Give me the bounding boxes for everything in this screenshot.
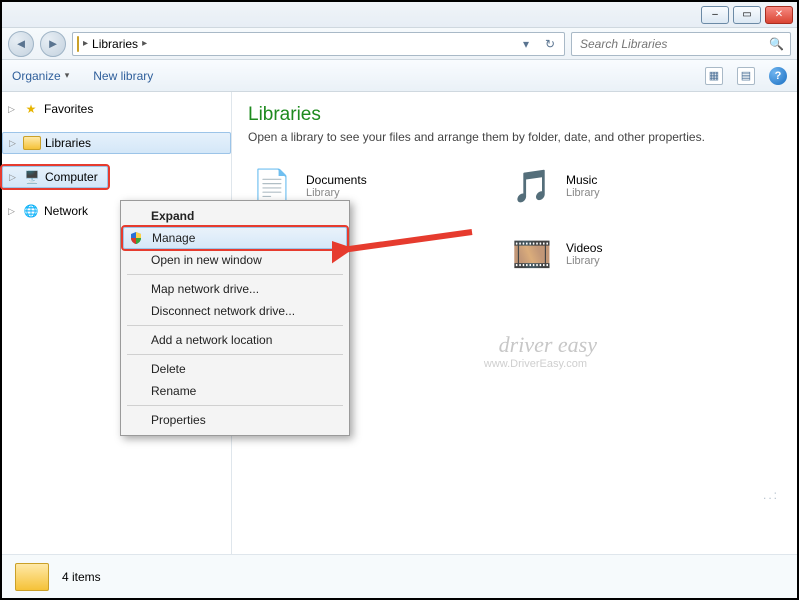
status-text: 4 items [62,570,101,584]
new-library-button[interactable]: New library [93,69,153,83]
back-button[interactable]: ◄ [8,31,34,57]
menu-item-expand[interactable]: Expand [123,205,347,227]
menu-item-disconnect-network-drive[interactable]: Disconnect network drive... [123,300,347,322]
breadcrumb-libraries[interactable]: Libraries [92,37,138,51]
library-kind: Library [566,187,600,199]
organize-label: Organize [12,69,61,83]
minimize-button[interactable]: – [701,6,729,24]
network-icon: 🌐 [22,202,40,220]
forward-button[interactable]: ► [40,31,66,57]
address-bar[interactable]: ▸ Libraries ▸ ▾ ↻ [72,32,565,56]
page-title: Libraries [248,104,781,126]
toolbar: Organize ▾ New library ▦ ▤ ? [2,60,797,92]
menu-separator [127,274,343,275]
library-name: Documents [306,173,367,187]
search-icon: 🔍 [769,37,784,51]
refresh-button[interactable]: ↻ [540,37,560,51]
window-controls: – ▭ ✕ [701,6,793,24]
help-button[interactable]: ? [769,67,787,85]
library-kind: Library [306,187,367,199]
menu-item-open-in-new-window[interactable]: Open in new window [123,249,347,271]
search-box[interactable]: 🔍 [571,32,791,56]
title-bar: – ▭ ✕ [2,2,797,28]
chevron-down-icon: ▾ [65,70,70,81]
menu-item-properties[interactable]: Properties [123,409,347,431]
menu-separator [127,354,343,355]
menu-item-delete[interactable]: Delete [123,358,347,380]
menu-item-manage[interactable]: Manage [123,227,347,249]
organize-button[interactable]: Organize ▾ [12,69,69,83]
context-menu: ExpandManageOpen in new window Map networ… [120,200,350,436]
menu-separator [127,405,343,406]
library-name: Videos [566,241,602,255]
tree-label: Favorites [44,102,93,116]
page-subtitle: Open a library to see your files and arr… [248,130,781,144]
breadcrumb-sep: ▸ [83,38,88,49]
library-kind: Library [566,255,602,267]
status-bar: 4 items [2,554,797,598]
close-button[interactable]: ✕ [765,6,793,24]
menu-item-map-network-drive[interactable]: Map network drive... [123,278,347,300]
menu-separator [127,325,343,326]
tree-label: Libraries [45,136,91,150]
view-options-button[interactable]: ▦ [705,67,723,85]
address-bar-row: ◄ ► ▸ Libraries ▸ ▾ ↻ 🔍 [2,28,797,60]
folder-icon [77,37,79,51]
videos-icon: 🎞️ [508,230,556,278]
tree-item-libraries[interactable]: ▷ Libraries [2,132,231,154]
tree-item-favorites[interactable]: ▷ ★ Favorites [2,98,231,120]
menu-item-add-a-network-location[interactable]: Add a network location [123,329,347,351]
library-item-videos[interactable]: 🎞️ Videos Library [508,230,708,278]
chevron-right-icon: ▷ [8,206,18,217]
menu-item-rename[interactable]: Rename [123,380,347,402]
folder-icon [14,559,50,595]
search-input[interactable] [578,36,769,52]
libraries-icon [23,134,41,152]
tree-item-computer[interactable]: ▷ 🖥️ Computer [2,166,108,188]
annotation-arrow [332,222,482,272]
chevron-right-icon: ▷ [9,172,19,183]
maximize-button[interactable]: ▭ [733,6,761,24]
breadcrumb-sep: ▸ [142,38,147,49]
chevron-right-icon: ▷ [9,138,19,149]
star-icon: ★ [22,100,40,118]
address-dropdown[interactable]: ▾ [516,37,536,51]
computer-icon: 🖥️ [23,168,41,186]
resize-gripper: ..: [763,488,779,502]
library-item-music[interactable]: 🎵 Music Library [508,162,708,210]
chevron-right-icon: ▷ [8,104,18,115]
library-name: Music [566,173,600,187]
preview-pane-button[interactable]: ▤ [737,67,755,85]
music-icon: 🎵 [508,162,556,210]
uac-shield-icon [128,230,144,246]
tree-label: Computer [45,170,98,184]
tree-label: Network [44,204,88,218]
